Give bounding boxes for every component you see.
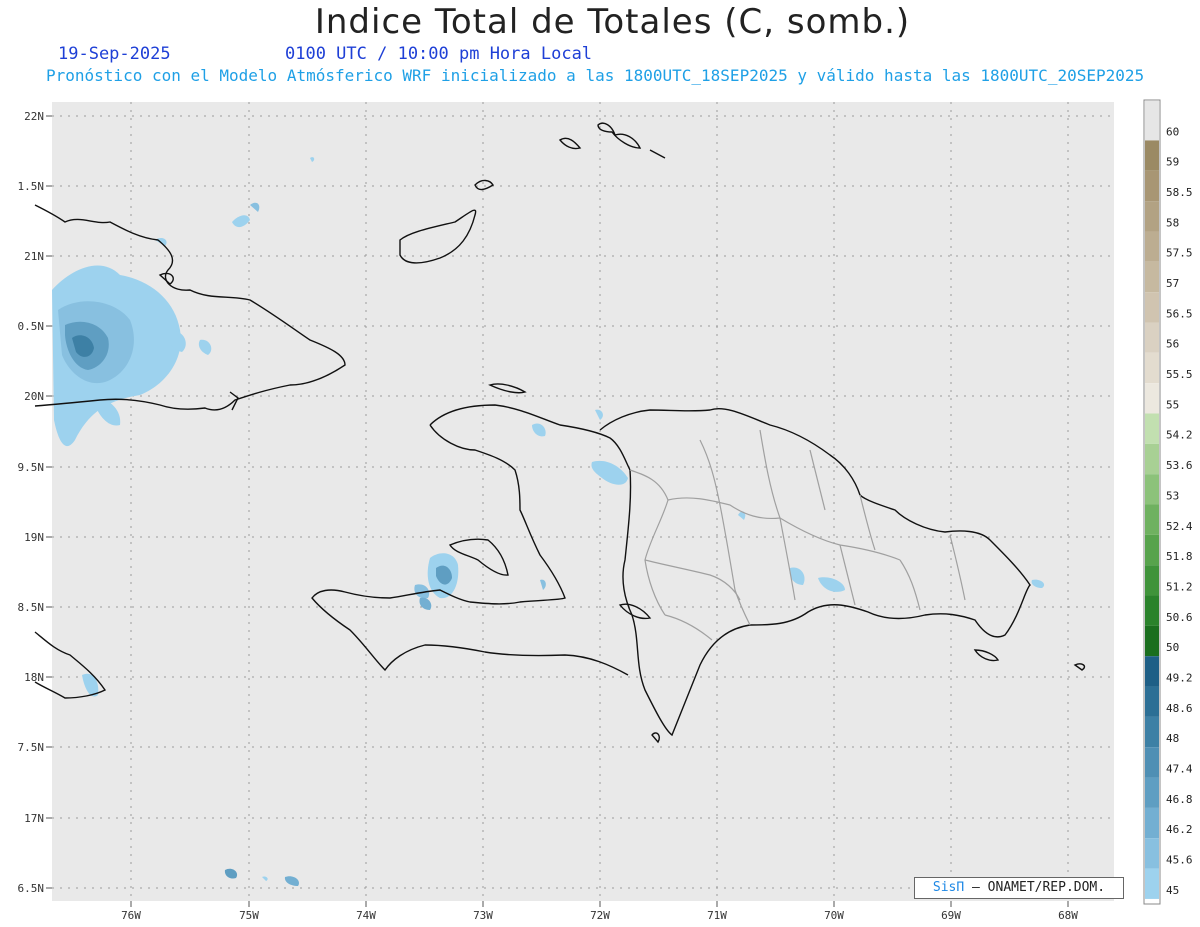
- colorbar-label: 56.5: [1166, 307, 1193, 320]
- lon-label: 68W: [1058, 909, 1078, 922]
- colorbar-label: 45: [1166, 884, 1179, 897]
- colorbar-swatch: [1145, 747, 1159, 778]
- colorbar-label: 50.6: [1166, 611, 1193, 624]
- colorbar-swatch: [1145, 716, 1159, 748]
- colorbar-swatch: [1145, 322, 1159, 353]
- lat-label: 9.5N: [18, 461, 45, 474]
- colorbar-label: 52.4: [1166, 520, 1193, 533]
- colorbar-swatch: [1145, 201, 1159, 232]
- lat-label: 18N: [24, 671, 44, 684]
- colorbar-label: 57: [1166, 277, 1179, 290]
- colorbar-label: 51.8: [1166, 550, 1193, 563]
- lon-label: 70W: [824, 909, 844, 922]
- colorbar-swatch: [1145, 101, 1159, 141]
- credit-box: SisΠ – ONAMET/REP.DOM.: [914, 877, 1124, 899]
- lat-label: 20N: [24, 390, 44, 403]
- colorbar-swatch: [1145, 777, 1159, 808]
- colorbar-label: 54.2: [1166, 429, 1193, 442]
- lat-label: 8.5N: [18, 601, 45, 614]
- lon-label: 74W: [356, 909, 376, 922]
- colorbar-label: 49.2: [1166, 671, 1193, 684]
- colorbar-swatch: [1145, 565, 1159, 596]
- credit-org: – ONAMET/REP.DOM.: [972, 880, 1106, 895]
- colorbar-label: 51.2: [1166, 580, 1193, 593]
- lat-label: 1.5N: [18, 180, 45, 193]
- colorbar-swatch: [1145, 383, 1159, 414]
- colorbar-swatch: [1145, 443, 1159, 475]
- lat-label: 6.5N: [18, 882, 45, 895]
- colorbar-swatch: [1145, 170, 1159, 202]
- colorbar-label: 59: [1166, 156, 1179, 169]
- colorbar-label: 53: [1166, 489, 1179, 502]
- lon-label: 69W: [941, 909, 961, 922]
- map-canvas: 22N 1.5N 21N 0.5N 20N 9.5N 19N 8.5N 18N …: [18, 99, 1193, 922]
- lon-label: 75W: [239, 909, 259, 922]
- colorbar-swatch: [1145, 413, 1159, 444]
- colorbar-label: 50: [1166, 641, 1179, 654]
- colorbar-label: 53.6: [1166, 459, 1193, 472]
- colorbar-swatch: [1145, 534, 1159, 566]
- colorbar-label: 48.6: [1166, 702, 1193, 715]
- colorbar-swatch: [1145, 474, 1159, 505]
- lat-label: 17N: [24, 812, 44, 825]
- colorbar-swatch: [1145, 292, 1159, 323]
- colorbar-swatch: [1145, 261, 1159, 293]
- colorbar-swatch: [1145, 504, 1159, 535]
- forecast-map-page: { "header": { "title": "Indice Total de …: [0, 0, 1200, 927]
- lat-label: 0.5N: [18, 320, 45, 333]
- colorbar-swatch: [1145, 656, 1159, 687]
- lat-label: 7.5N: [18, 741, 45, 754]
- lat-label: 21N: [24, 250, 44, 263]
- colorbar-swatch: [1145, 838, 1159, 869]
- colorbar-swatch: [1145, 595, 1159, 626]
- map-plot-area: [52, 102, 1114, 901]
- colorbar-swatch: [1145, 352, 1159, 384]
- lon-label: 76W: [121, 909, 141, 922]
- colorbar-label: 57.5: [1166, 247, 1193, 260]
- colorbar: 60 59 58.5 58 57.5 57 56.5 56 55.5 55 54.2 53.6 53 52…: [1143, 99, 1193, 905]
- colorbar-swatch: [1145, 868, 1159, 899]
- colorbar-label: 60: [1166, 125, 1179, 138]
- sis-logo-text: SisΠ: [932, 880, 965, 895]
- lon-label: 71W: [707, 909, 727, 922]
- lat-label: 19N: [24, 531, 44, 544]
- colorbar-label: 47.4: [1166, 762, 1193, 775]
- colorbar-label: 46.2: [1166, 823, 1193, 836]
- lat-label: 22N: [24, 110, 44, 123]
- colorbar-label: 56: [1166, 338, 1179, 351]
- colorbar-swatch: [1145, 625, 1159, 657]
- colorbar-swatch: [1145, 140, 1159, 171]
- colorbar-swatch: [1145, 807, 1159, 839]
- colorbar-swatch: [1145, 686, 1159, 717]
- colorbar-label: 58.5: [1166, 186, 1193, 199]
- lon-label: 72W: [590, 909, 610, 922]
- lon-label: 73W: [473, 909, 493, 922]
- colorbar-label: 48: [1166, 732, 1179, 745]
- colorbar-label: 46.8: [1166, 793, 1193, 806]
- colorbar-label: 58: [1166, 216, 1179, 229]
- colorbar-label: 55: [1166, 398, 1179, 411]
- colorbar-label: 55.5: [1166, 368, 1193, 381]
- colorbar-label: 45.6: [1166, 853, 1193, 866]
- colorbar-swatch: [1145, 231, 1159, 262]
